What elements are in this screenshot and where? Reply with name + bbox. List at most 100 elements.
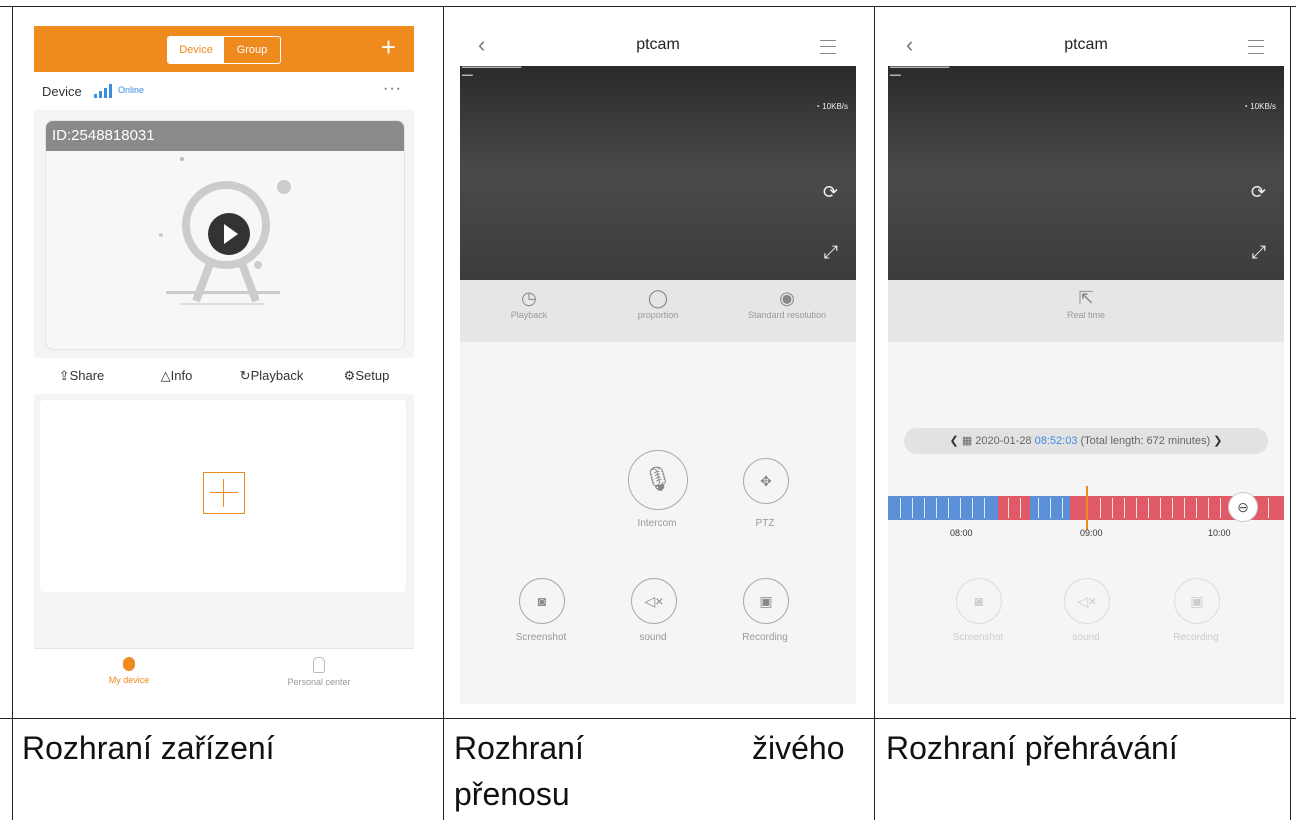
sound-label: sound <box>1072 632 1100 643</box>
gear-icon: ⚙ <box>343 368 356 383</box>
microphone-icon: 🎙 <box>642 466 674 493</box>
recording-label: Recording <box>1173 632 1219 643</box>
cursor-icon: ⇱ <box>1078 288 1094 308</box>
recording-button[interactable]: ▣ <box>743 578 789 624</box>
sound-button[interactable]: ◁× <box>631 578 677 624</box>
device-actions: ⇪Share △Info ↻Playback ⚙Setup <box>34 358 414 394</box>
control-bar: ⇱ Real time <box>888 280 1284 342</box>
history-icon: ◷ <box>521 288 537 308</box>
video-view[interactable]: ▔▔▔▔▔▔▔▔▔▔▔ ▔▔ ◔ 10KB/s ⟳ ⤢ <box>460 66 856 280</box>
tab-my-device[interactable]: My device <box>34 657 224 685</box>
share-icon: ⇪ <box>58 368 70 383</box>
prev-date-icon[interactable]: ❮ <box>950 435 962 447</box>
screenshot-label: Screenshot <box>952 632 1004 643</box>
tab-group[interactable]: Group <box>224 37 280 63</box>
device-label: Device <box>42 84 82 99</box>
speed-indicator: ◔ 10KB/s <box>1243 102 1276 111</box>
calendar-icon[interactable]: ▦ <box>962 435 975 447</box>
mute-icon: ◁× <box>644 593 664 609</box>
fullscreen-icon[interactable]: ⤢ <box>824 242 838 263</box>
caption-playback-interface: Rozhraní přehrávání <box>886 730 1178 766</box>
ptz-button[interactable]: ✥ <box>743 458 789 504</box>
table-border-left <box>12 6 13 820</box>
resolution-control[interactable]: ◉ Standard resolution <box>722 286 852 320</box>
device-row[interactable]: Device Online ··· <box>34 72 414 110</box>
page-title: ptcam <box>1064 36 1108 53</box>
tab-my-device-label: My device <box>108 675 150 685</box>
menu-icon[interactable] <box>820 40 836 54</box>
timeline-label: 08:00 <box>950 528 973 538</box>
fullscreen-icon[interactable]: ⤢ <box>1252 242 1266 263</box>
add-device-button[interactable] <box>203 472 245 514</box>
proportion-control[interactable]: ◯ proportion <box>593 286 723 320</box>
playback-control[interactable]: ◷ Playback <box>464 286 594 320</box>
alarm-icon: ◯ <box>647 288 669 308</box>
playback-label: Playback <box>250 368 304 383</box>
zoom-out-icon[interactable]: ⊖ <box>1228 492 1258 522</box>
bottom-tab-bar: My device Personal center <box>34 648 414 702</box>
setup-button[interactable]: ⚙Setup <box>319 358 414 394</box>
page-title: ptcam <box>636 36 680 53</box>
real-time-control[interactable]: ⇱ Real time <box>1021 286 1151 320</box>
share-button[interactable]: ⇪Share <box>34 358 129 394</box>
status-badge: Online <box>118 85 145 95</box>
screenshot-button[interactable]: ◙ <box>519 578 565 624</box>
mute-icon: ◁× <box>1077 593 1097 609</box>
control-bar: ◷ Playback ◯ proportion ◉ Standard resoluti… <box>460 280 856 342</box>
live-screen: ‹ ptcam ▔▔▔▔▔▔▔▔▔▔▔ ▔▔ ◔ 10KB/s ⟳ ⤢ ◷ Play… <box>460 26 856 704</box>
timeline-label: 10:00 <box>1208 528 1231 538</box>
recording-button[interactable]: ▣ <box>1174 578 1220 624</box>
table-column-divider-1 <box>443 6 444 820</box>
device-id: ID:2548818031 <box>46 121 404 151</box>
more-icon[interactable]: ··· <box>383 80 402 98</box>
caption-live-b: živého <box>752 730 845 766</box>
screenshot-button[interactable]: ◙ <box>956 578 1002 624</box>
device-card[interactable]: ID:2548818031 <box>45 120 405 350</box>
add-icon[interactable]: + <box>381 34 396 60</box>
nav-bar: ‹ ptcam <box>888 26 1284 66</box>
playback-icon: ↻ <box>239 368 251 383</box>
timeline-segment-red <box>998 496 1030 520</box>
playhead[interactable] <box>1086 486 1088 530</box>
caption-live-a: Rozhraní <box>454 730 584 766</box>
info-button[interactable]: △Info <box>129 358 224 394</box>
nav-bar: ‹ ptcam <box>460 26 856 66</box>
playback-screen: ‹ ptcam ▔▔▔▔▔▔▔▔▔▔▔ ▔▔ ◔ 10KB/s ⟳ ⤢ ⇱ Real… <box>888 26 1284 704</box>
video-view[interactable]: ▔▔▔▔▔▔▔▔▔▔▔ ▔▔ ◔ 10KB/s ⟳ ⤢ <box>888 66 1284 280</box>
tab-personal-center-label: Personal center <box>287 677 351 687</box>
tab-personal-center[interactable]: Personal center <box>224 657 414 687</box>
video-camera-icon: ▣ <box>759 593 773 609</box>
caption-device-interface: Rozhraní zařízení <box>22 730 275 766</box>
timeline-segment-blue <box>888 496 998 520</box>
table-row-divider <box>0 718 1296 719</box>
next-date-icon[interactable]: ❯ <box>1213 435 1222 447</box>
video-camera-icon: ▣ <box>1190 593 1204 609</box>
timeline-label: 09:00 <box>1080 528 1103 538</box>
setup-label: Setup <box>355 368 390 383</box>
menu-icon[interactable] <box>1248 40 1264 54</box>
device-screen: Device Group + Device Online ··· ID:2548… <box>34 26 414 702</box>
camera-icon: ◙ <box>974 593 984 609</box>
sound-button[interactable]: ◁× <box>1064 578 1110 624</box>
time-value: 08:52:03 <box>1034 435 1078 447</box>
speed-indicator: ◔ 10KB/s <box>815 102 848 111</box>
table-border-right <box>1290 6 1291 820</box>
rotate-icon[interactable]: ⟳ <box>1251 182 1266 203</box>
ptz-icon: ✥ <box>760 473 772 489</box>
rotate-icon[interactable]: ⟳ <box>823 182 838 203</box>
play-icon[interactable] <box>208 213 250 255</box>
tab-device[interactable]: Device <box>168 37 224 63</box>
person-icon <box>313 657 325 673</box>
recording-label: Recording <box>742 632 788 643</box>
screenshot-label: Screenshot <box>515 632 567 643</box>
info-label: Info <box>170 368 193 383</box>
playback-button[interactable]: ↻Playback <box>224 358 319 394</box>
table-column-divider-2 <box>874 6 875 820</box>
total-length: (Total length: 672 minutes) <box>1080 435 1211 447</box>
device-group-switch: Device Group <box>167 36 281 64</box>
share-label: Share <box>69 368 105 383</box>
intercom-button[interactable]: 🎙 <box>628 450 688 510</box>
video-timestamp: ▔▔▔▔▔▔▔▔▔▔▔ ▔▔ <box>462 68 522 83</box>
playback-timeline[interactable]: ⊖ <box>888 486 1284 530</box>
add-device-area <box>40 400 406 592</box>
